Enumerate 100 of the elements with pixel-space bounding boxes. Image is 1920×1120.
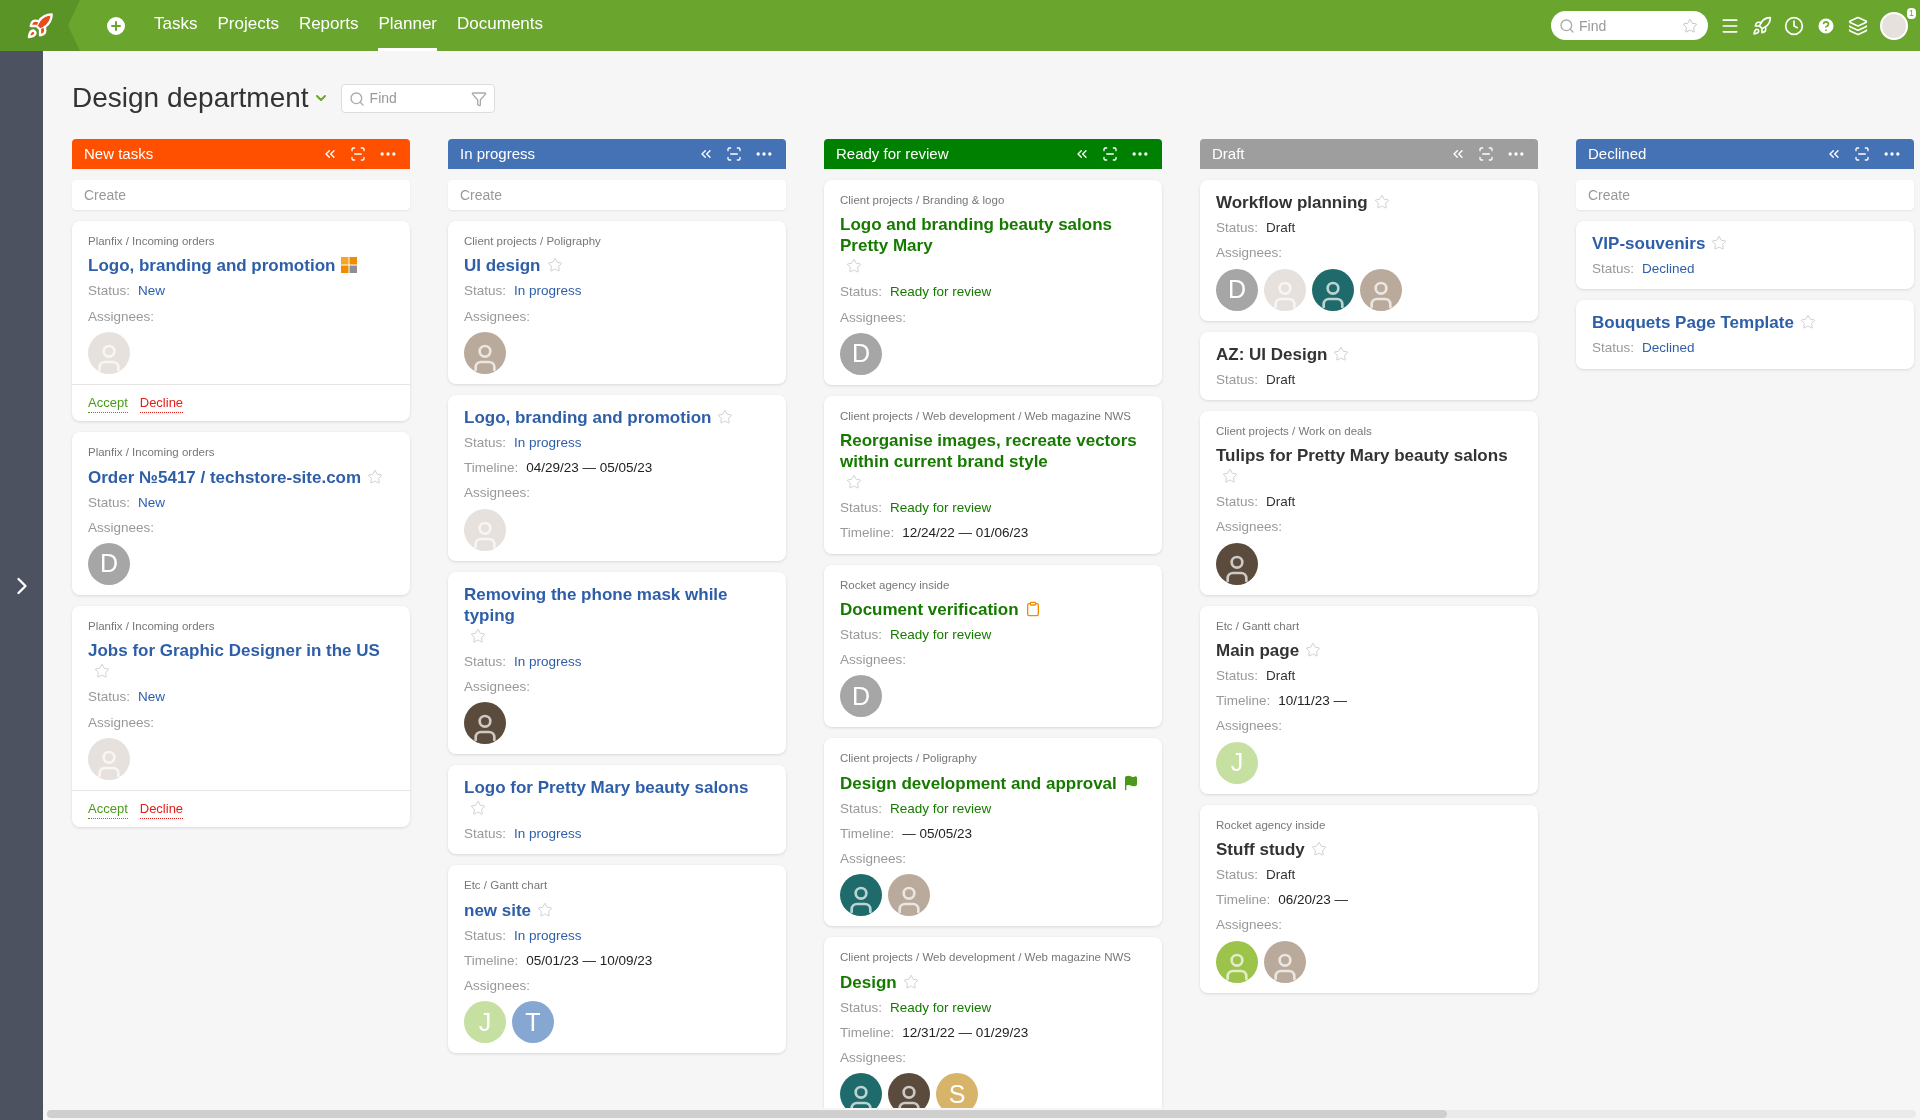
- task-card[interactable]: Logo for Pretty Mary beauty salons Status: In progress: [448, 765, 786, 855]
- task-title[interactable]: Logo and branding beauty salons Pretty Mary: [840, 214, 1146, 257]
- search-field[interactable]: Find: [340, 83, 495, 113]
- task-card[interactable]: Rocket agency inside Stuff study Status: Draft Timeline: 06/20/23 — Assignees:: [1200, 804, 1538, 993]
- star-icon[interactable]: [717, 408, 734, 425]
- scrollbar-thumb[interactable]: [47, 1110, 1447, 1118]
- layers-icon[interactable]: [1848, 15, 1868, 36]
- star-icon[interactable]: [546, 257, 563, 274]
- decline-link[interactable]: Decline: [139, 798, 184, 820]
- task-title[interactable]: Tulips for Pretty Mary beauty salons: [1216, 445, 1508, 466]
- star-icon[interactable]: [1799, 314, 1816, 331]
- scan-icon[interactable]: [1854, 146, 1870, 162]
- help-icon[interactable]: [1816, 15, 1836, 36]
- letter-avatar: S: [936, 1073, 978, 1108]
- task-card[interactable]: VIP-souvenirs Status: Declined: [1576, 221, 1914, 290]
- star-icon[interactable]: [846, 258, 862, 275]
- status-value: In progress: [514, 926, 582, 945]
- task-title[interactable]: Stuff study: [1216, 838, 1305, 860]
- timeline-label: Timeline:: [840, 524, 895, 543]
- star-icon[interactable]: [846, 474, 862, 490]
- assignees-label: Assignees:: [1216, 244, 1284, 263]
- assignees-label: Assignees:: [1216, 916, 1284, 935]
- task-card[interactable]: Client projects / Poligraphy UI design Status: In progress Assignees:: [448, 221, 786, 384]
- column-title: Declined: [1588, 143, 1647, 164]
- rocket-icon[interactable]: [1752, 15, 1772, 36]
- task-card[interactable]: Logo, branding and promotion Status: In progress Timeline: 04/29/23 — 05/05/23 Assignees:: [448, 394, 786, 561]
- status-value: Declined: [1642, 260, 1695, 278]
- column-title: New tasks: [84, 143, 154, 164]
- task-card[interactable]: Client projects / Work on deals Tulips for Pretty Mary beauty salons Status: Draft Assignees:: [1200, 410, 1538, 595]
- task-card[interactable]: Rocket agency inside Document verification Status: Ready for review Assignees: D: [824, 564, 1162, 728]
- task-card[interactable]: Removing the phone mask while typing Status: In progress Assignees:: [448, 571, 786, 754]
- task-title[interactable]: Order №5417 / techstore-site.com: [88, 466, 362, 488]
- task-title[interactable]: UI design: [464, 255, 541, 277]
- star-icon[interactable]: [1333, 345, 1350, 362]
- task-title[interactable]: new site: [464, 899, 532, 921]
- task-title[interactable]: Logo, branding and promotion: [88, 255, 336, 277]
- filter-icon[interactable]: [470, 90, 487, 107]
- task-card[interactable]: Bouquets Page Template Status: Declined: [1576, 300, 1914, 369]
- user-avatar[interactable]: [1880, 11, 1908, 40]
- task-card[interactable]: Planfix / Incoming orders Jobs for Graphic Designer in the US Status: New Assignees: Accept Decline: [72, 606, 410, 828]
- task-title[interactable]: AZ: UI Design: [1216, 343, 1328, 365]
- task-title[interactable]: Bouquets Page Template: [1592, 312, 1794, 334]
- star-icon[interactable]: [1373, 194, 1390, 210]
- scan-icon[interactable]: [1102, 146, 1118, 162]
- timeline-value: — 05/05/23: [902, 824, 973, 843]
- star-icon[interactable]: [367, 468, 384, 485]
- task-title[interactable]: Workflow planning: [1216, 192, 1368, 213]
- timeline-value: 05/01/23 — 10/09/23: [526, 951, 653, 970]
- page-title: Design department: [72, 81, 309, 115]
- star-icon[interactable]: [470, 627, 486, 644]
- task-title[interactable]: Logo, branding and promotion: [464, 406, 712, 428]
- project-path: Client projects / Branding & logo: [840, 193, 1006, 208]
- task-title[interactable]: Removing the phone mask while typing: [464, 583, 770, 626]
- star-icon[interactable]: [537, 901, 554, 918]
- star-icon[interactable]: [94, 663, 110, 680]
- task-card[interactable]: Workflow planning Status: Draft Assignees: D: [1200, 180, 1538, 321]
- timeline-value: 12/24/22 — 01/06/23: [902, 524, 1029, 543]
- scan-icon[interactable]: [1478, 146, 1494, 162]
- task-card[interactable]: Planfix / Incoming orders Logo, branding and promotion Status: New Assignees: Accept Decline: [72, 221, 410, 422]
- task-card[interactable]: Etc / Gantt chart new site Status: In progress Timeline: 05/01/23 — 10/09/23 Assignees: J T: [448, 865, 786, 1054]
- assignees-label: Assignees:: [464, 977, 532, 995]
- scan-icon[interactable]: [726, 146, 742, 162]
- assignees-label: Assignees:: [464, 677, 532, 696]
- scan-icon[interactable]: [350, 146, 366, 162]
- status-value: In progress: [514, 652, 582, 671]
- grid-icon: [341, 257, 358, 274]
- status-value: Ready for review: [890, 283, 992, 302]
- accept-link[interactable]: Accept: [88, 798, 128, 820]
- star-icon[interactable]: [1682, 18, 1698, 34]
- timeline-value: 10/11/23 —: [1278, 692, 1348, 710]
- task-title[interactable]: Design: [840, 971, 897, 993]
- star-icon[interactable]: [1305, 641, 1322, 658]
- task-title[interactable]: VIP-souvenirs: [1592, 233, 1706, 254]
- task-title[interactable]: Jobs for Graphic Designer in the US: [88, 640, 380, 662]
- accept-link[interactable]: Accept: [88, 392, 128, 414]
- task-title[interactable]: Logo for Pretty Mary beauty salons: [464, 777, 749, 798]
- flag-icon: [1122, 774, 1139, 791]
- task-title[interactable]: Main page: [1216, 639, 1300, 661]
- star-icon[interactable]: [1711, 235, 1728, 251]
- star-icon[interactable]: [1222, 468, 1238, 484]
- star-icon[interactable]: [470, 800, 486, 816]
- search-field[interactable]: Find: [1551, 11, 1708, 40]
- decline-link[interactable]: Decline: [139, 392, 184, 414]
- task-title[interactable]: Design development and approval: [840, 772, 1117, 794]
- task-title[interactable]: Reorganise images, recreate vectors within current brand style: [840, 430, 1146, 472]
- task-card[interactable]: AZ: UI Design Status: Draft: [1200, 331, 1538, 400]
- task-card[interactable]: Planfix / Incoming orders Order №5417 / techstore-site.com Status: New Assignees: D: [72, 432, 410, 595]
- assignees-label: Assignees:: [840, 308, 908, 327]
- star-icon[interactable]: [902, 973, 919, 990]
- task-card[interactable]: Client projects / Branding & logo Logo and branding beauty salons Pretty Mary Status: Ready for review Assignees: D: [824, 180, 1162, 385]
- task-card[interactable]: Etc / Gantt chart Main page Status: Draft Timeline: 10/11/23 — Assignees: J: [1200, 605, 1538, 794]
- task-card[interactable]: Client projects / Poligraphy Design development and approval Status: Ready for review Timeline: — 05/05/23 Assignees:: [824, 738, 1162, 927]
- task-card[interactable]: Client projects / Web development / Web magazine NWS Reorganise images, recreate vectors within current brand style Status: Ready for review Timeline: 12/24/22 — 01/06/23: [824, 395, 1162, 554]
- status-value: Draft: [1266, 865, 1296, 884]
- clock-icon[interactable]: [1784, 15, 1804, 36]
- task-card[interactable]: Client projects / Web development / Web magazine NWS Design Status: Ready for review Timeline: 12/31/22 — 01/29/23 Assignees: S: [824, 937, 1162, 1108]
- logo-icon[interactable]: [0, 0, 80, 51]
- task-title[interactable]: Document verification: [840, 598, 1019, 620]
- star-icon[interactable]: [1310, 840, 1327, 857]
- letter-avatar: J: [464, 1001, 506, 1044]
